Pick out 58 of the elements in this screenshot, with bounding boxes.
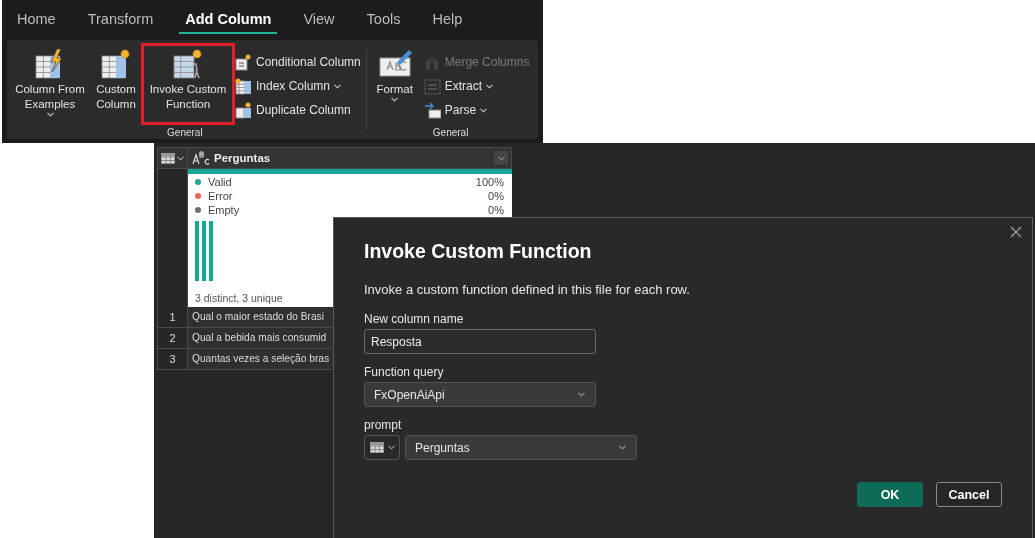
caret-icon [619,445,626,450]
caret-icon [486,83,494,89]
legend-label: Error [208,190,233,202]
input-type-button[interactable] [364,435,400,460]
legend-value: 0% [488,204,504,216]
distribution-chart [195,221,214,281]
caret-icon [387,445,395,450]
table-star-figure-icon [171,48,205,80]
format-pencil-icon [377,48,412,80]
caret-icon [391,97,399,102]
function-query-dropdown[interactable]: FxOpenAiApi [364,382,596,407]
legend-label: Valid [208,176,232,188]
column-name-field[interactable]: Resposta [364,329,596,354]
caret-icon [177,155,184,161]
caret-icon [334,83,342,89]
ribbon-button[interactable]: Duplicate Column [235,100,361,120]
table-icon [161,152,175,164]
ribbon-tab[interactable]: View [303,6,335,34]
dialog-title: Invoke Custom Function [364,240,593,263]
caret-icon [497,155,505,161]
table-star-icon [99,48,133,80]
ribbon-tab[interactable]: Tools [366,6,401,34]
ribbon-button[interactable]: Column From Examples [9,43,91,125]
caret-icon [480,107,488,113]
ribbon-button[interactable]: Parse [423,100,530,120]
ribbon-button[interactable]: Index Column [235,76,361,96]
ribbon-button[interactable]: Conditional Column [235,52,361,72]
extract-icon [423,77,441,95]
text-type-icon [192,151,210,165]
legend-label: Empty [208,204,240,216]
ribbon-button[interactable]: Invoke Custom Function [141,43,235,125]
field-label: prompt [364,418,403,432]
cancel-button[interactable]: Cancel [936,482,1002,507]
duplicate-column-icon [235,101,252,119]
field-label: New column name [364,312,465,326]
close-icon[interactable] [1010,226,1022,238]
caret-icon [578,392,585,397]
dialog-description: Invoke a custom function defined in this file for each row. [364,282,691,297]
column-dropdown[interactable]: Perguntas [405,435,637,460]
ribbon-tab[interactable]: Transform [87,6,154,34]
ribbon-button[interactable]: Custom Column [91,43,141,125]
table-menu-button[interactable] [158,148,188,168]
legend-value: 0% [488,190,504,202]
ribbon-tab[interactable]: Add Column [179,6,278,34]
ribbon-button[interactable]: Format [371,43,418,125]
table-icon [369,442,384,453]
parse-icon [423,101,441,119]
legend-value: 100% [475,176,504,188]
caret-icon [46,112,54,117]
index-column-icon [235,77,252,95]
profile-summary: 3 distinct, 3 unique [195,292,284,304]
ribbon-button[interactable]: Extract [423,76,530,96]
group-label: General [167,127,203,138]
conditional-column-icon [235,53,252,71]
group-label: General [432,127,469,138]
ok-button[interactable]: OK [857,482,923,507]
ribbon-tab[interactable]: Help [432,6,463,34]
ribbon-tab[interactable]: Home [17,6,56,34]
